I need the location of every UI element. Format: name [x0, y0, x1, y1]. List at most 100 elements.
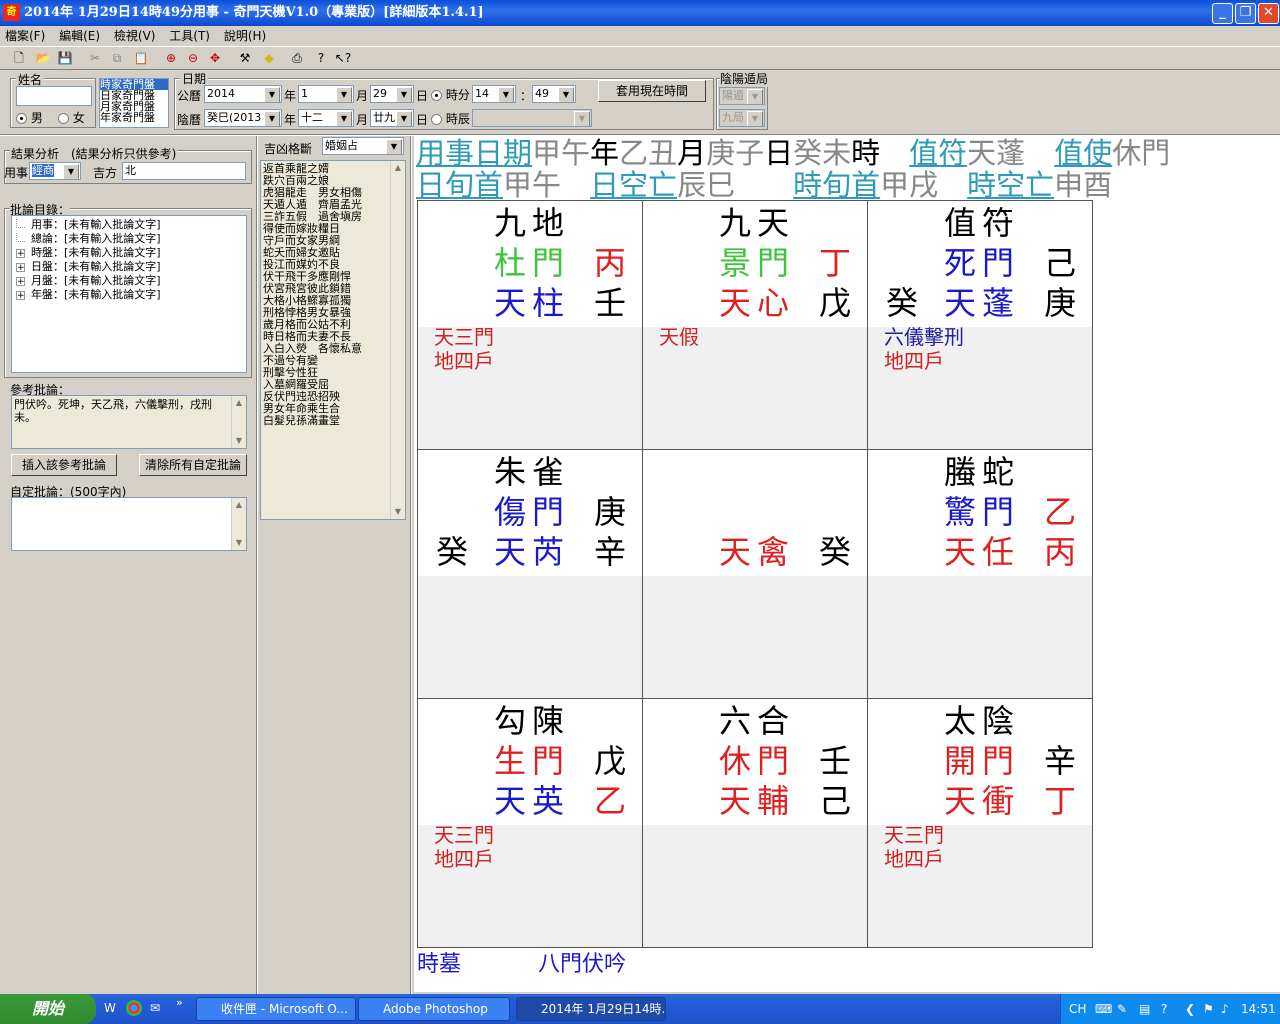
menu-edit[interactable]: 編輯(E): [54, 26, 105, 46]
jixiong-scrollbar[interactable]: [390, 161, 405, 519]
custom-textarea[interactable]: [11, 497, 247, 551]
palace-cell[interactable]: 太陰 開門辛天衝丁天三門 地四戶: [867, 698, 1093, 948]
ref-textarea[interactable]: 門伏吟。死坤，天乙飛，六儀擊刑，戌刑未。: [11, 395, 247, 449]
ju-select[interactable]: 九局: [719, 109, 765, 127]
palace-cell[interactable]: 天禽癸: [642, 449, 868, 699]
palace-cell[interactable]: 值符 死門己癸天蓬庚六儀擊刑 地四戶: [867, 200, 1093, 450]
quicklaunch-word-icon[interactable]: W: [104, 1001, 120, 1017]
header-link[interactable]: 時空亡: [967, 168, 1054, 202]
paste-icon[interactable]: 📋: [132, 50, 150, 67]
shichen-select[interactable]: [472, 109, 592, 127]
title-bar[interactable]: 2014年 1月29日14時49分用事 - 奇門天機V1.0（專業版）[詳細版本…: [0, 0, 1280, 26]
task-outlook[interactable]: 收件匣 - Microsoft O...: [196, 997, 356, 1021]
middle-splitter[interactable]: [410, 136, 412, 994]
palace-cell[interactable]: 勾陳 生門戊天英乙天三門 地四戶: [417, 698, 643, 948]
solar-year-select[interactable]: 2014: [204, 85, 282, 103]
name-input[interactable]: [16, 86, 92, 106]
task-qimen[interactable]: 2014年 1月29日14時...: [516, 997, 666, 1021]
quicklaunch-chrome-icon[interactable]: [126, 1000, 142, 1016]
quicklaunch-expand-icon[interactable]: »: [176, 996, 183, 1009]
save-icon[interactable]: 💾: [56, 50, 74, 67]
jixiong-list[interactable]: 返首乘龍之婿 跌穴百兩之娘 虎猖龍走 男女相傷 天遁人遁 齊眉孟光 三詐五假 過舍塡房得…: [260, 160, 406, 520]
minute-select[interactable]: 49: [532, 85, 576, 103]
pen-icon[interactable]: ✎: [1117, 994, 1127, 1024]
tree-expand-icon[interactable]: +: [16, 277, 25, 287]
catalog-tree-item[interactable]: + 日盤：[未有輸入批論文字]: [16, 260, 161, 274]
ime-icon[interactable]: ▤: [1139, 994, 1150, 1024]
palace-cell[interactable]: 六合 休門壬天輔己: [642, 698, 868, 948]
menu-view[interactable]: 檢視(V): [109, 26, 161, 46]
volume-icon[interactable]: ♪: [1221, 994, 1229, 1024]
menu-tools[interactable]: 工具(T): [164, 26, 215, 46]
catalog-tree-item[interactable]: 總論：[未有輸入批論文字]: [16, 232, 161, 246]
open-folder-icon[interactable]: 📂: [34, 50, 52, 67]
left-splitter[interactable]: [256, 136, 258, 994]
clear-custom-button[interactable]: 清除所有自定批論: [139, 454, 247, 476]
zoom-out-icon[interactable]: ⊖: [184, 50, 202, 67]
header-link[interactable]: 值使: [1054, 136, 1112, 170]
minimize-button[interactable]: _: [1212, 3, 1233, 24]
jixiong-list-item[interactable]: 白髮兒孫滿畫堂: [263, 415, 391, 427]
gender-female-radio[interactable]: 女: [58, 109, 85, 126]
palace-cell[interactable]: 螣蛇 驚門乙天任丙: [867, 449, 1093, 699]
jifang-field[interactable]: 北: [122, 162, 246, 180]
header-link[interactable]: 用事日期: [416, 136, 532, 170]
language-indicator[interactable]: CH: [1069, 994, 1086, 1024]
new-file-icon[interactable]: 🗋: [10, 50, 28, 67]
compass-icon[interactable]: ✥: [206, 50, 224, 67]
catalog-tree-item[interactable]: + 月盤：[未有輸入批論文字]: [16, 274, 161, 288]
cut-icon[interactable]: ✂: [86, 50, 104, 67]
palace-cell[interactable]: 朱雀 傷門庚癸天芮辛: [417, 449, 643, 699]
catalog-tree-item[interactable]: 用事：[未有輸入批論文字]: [16, 218, 161, 232]
context-help-icon[interactable]: ↖?: [334, 50, 352, 67]
task-photoshop[interactable]: Adobe Photoshop: [358, 997, 510, 1021]
gender-male-radio[interactable]: 男: [16, 109, 43, 126]
ime-help-icon[interactable]: ?: [1161, 994, 1167, 1024]
hour-select[interactable]: 14: [472, 85, 516, 103]
insert-reference-button[interactable]: 插入該參考批論: [11, 454, 117, 476]
menu-help[interactable]: 說明(H): [219, 26, 271, 46]
tool-pick-icon[interactable]: ⚒: [236, 50, 254, 67]
tree-expand-icon[interactable]: +: [16, 291, 25, 301]
header-link[interactable]: 日空亡: [590, 168, 677, 202]
tree-expand-icon[interactable]: +: [16, 249, 25, 259]
hour-minute-radio[interactable]: 時分: [431, 86, 470, 103]
header-link[interactable]: 值符: [909, 136, 967, 170]
zoom-in-icon[interactable]: ⊕: [162, 50, 180, 67]
copy-icon[interactable]: ⧉: [108, 50, 126, 67]
shichen-radio[interactable]: 時辰: [431, 110, 470, 127]
ref-scrollbar[interactable]: [231, 396, 246, 448]
start-button[interactable]: 開始: [0, 994, 96, 1024]
help-icon[interactable]: ?: [312, 50, 330, 67]
custom-scrollbar[interactable]: [231, 498, 246, 550]
lunar-year-select[interactable]: 癸巳(2013: [204, 109, 282, 127]
lunar-month-select[interactable]: 十二: [298, 109, 354, 127]
palace-cell[interactable]: 九天 景門丁天心戊天假: [642, 200, 868, 450]
keyboard-icon[interactable]: ⌨: [1095, 994, 1112, 1024]
eraser-icon[interactable]: ◆: [260, 50, 278, 67]
plate-type-list[interactable]: 時家奇門盤 日家奇門盤 月家奇門盤 年家奇門盤: [99, 78, 169, 128]
lunar-day-select[interactable]: 廿九: [370, 109, 414, 127]
plate-item-year[interactable]: 年家奇門盤: [100, 112, 168, 123]
header-link[interactable]: 時旬首: [793, 168, 880, 202]
network-icon[interactable]: ⚑: [1203, 994, 1214, 1024]
print-icon[interactable]: ⎙: [288, 50, 306, 67]
maximize-button[interactable]: ❐: [1235, 3, 1256, 24]
dun-select[interactable]: 陽遁: [719, 87, 765, 105]
catalog-tree-item[interactable]: + 時盤：[未有輸入批論文字]: [16, 246, 161, 260]
apply-now-button[interactable]: 套用現在時間: [598, 80, 706, 102]
menu-file[interactable]: 檔案(F): [0, 26, 50, 46]
yongshi-select[interactable]: 經商: [29, 162, 81, 180]
close-button[interactable]: ✕: [1258, 3, 1279, 24]
solar-month-select[interactable]: 1: [298, 85, 354, 103]
tray-collapse-icon[interactable]: ❮: [1185, 994, 1195, 1024]
tree-expand-icon[interactable]: +: [16, 263, 25, 273]
catalog-tree-item[interactable]: + 年盤：[未有輸入批論文字]: [16, 288, 161, 302]
catalog-tree[interactable]: 用事：[未有輸入批論文字] 總論：[未有輸入批論文字] + 時盤：[未有輸入批論文字]…: [11, 215, 247, 373]
quicklaunch-mail-icon[interactable]: ✉: [150, 1001, 166, 1017]
clock[interactable]: 14:51: [1241, 994, 1276, 1024]
solar-day-select[interactable]: 29: [370, 85, 414, 103]
palace-cell[interactable]: 九地 杜門丙天柱壬天三門 地四戶: [417, 200, 643, 450]
header-link[interactable]: 日旬首: [416, 168, 503, 202]
jixiong-select[interactable]: 婚姻占: [322, 137, 404, 155]
